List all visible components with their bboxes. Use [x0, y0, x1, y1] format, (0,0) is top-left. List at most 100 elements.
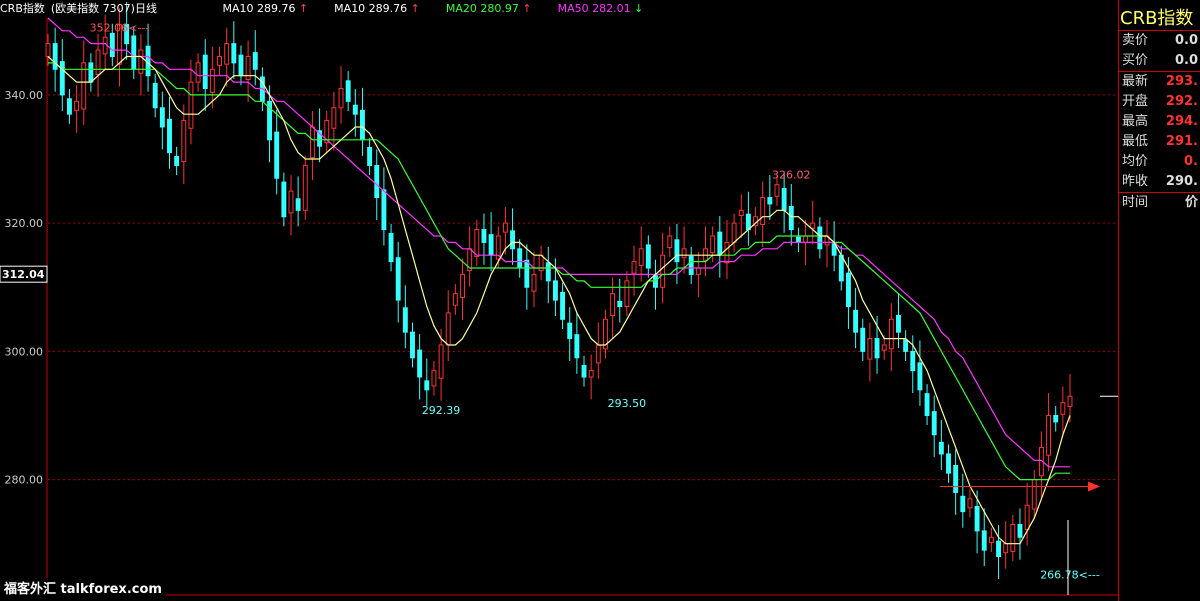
candle-body — [181, 120, 187, 163]
candle-body — [703, 248, 708, 261]
candle-body — [717, 231, 723, 256]
candle-body — [238, 54, 244, 77]
candle-body — [845, 272, 851, 308]
candle-body — [610, 293, 616, 316]
candle-body — [1046, 414, 1052, 456]
candle-body — [731, 222, 737, 243]
quote-row-1: 买价 0.0 — [1119, 51, 1200, 72]
quote-label: 昨收 — [1122, 174, 1149, 189]
candle-body — [810, 222, 816, 229]
candle-body — [545, 262, 551, 282]
ma50-line — [47, 17, 1070, 468]
quote-label: 均价 — [1122, 154, 1149, 169]
price-annotation: 292.39 — [422, 404, 461, 417]
candle-body — [803, 235, 809, 243]
candle-body — [695, 267, 701, 275]
candle-body — [946, 453, 951, 474]
quote-value: 293. — [1165, 74, 1198, 89]
candle-body — [631, 261, 637, 274]
candle-body — [624, 280, 630, 308]
candle-body — [1003, 543, 1009, 554]
indicator-arrow-1: ↑ — [410, 2, 420, 15]
quote-row-2: 最新 293. — [1119, 72, 1200, 92]
candle-body — [438, 344, 444, 379]
candle-body — [981, 530, 987, 551]
candle-body — [252, 52, 258, 70]
candle-body — [66, 98, 72, 115]
candle-body — [903, 339, 909, 352]
quote-label: 卖价 — [1122, 33, 1149, 48]
price-chart[interactable]: 340.00 320.00 300.00 280.00 312.04 352.06<---… — [0, 0, 1118, 601]
candle-body — [581, 364, 587, 378]
candle-body — [95, 49, 101, 75]
watermark: 福客外汇 talkforex.com — [0, 578, 166, 598]
candle-body — [681, 248, 687, 259]
quote-value: 0.0 — [1174, 53, 1198, 68]
candle-body — [531, 273, 537, 292]
indicator-2: MA20 280.97 ↑ — [445, 2, 532, 15]
price-annotation: 266.78<--- — [1040, 568, 1100, 581]
candle-body — [931, 411, 937, 436]
candle-body — [274, 131, 280, 179]
candle-body — [1060, 402, 1066, 415]
candle-body — [331, 107, 337, 129]
candle-body — [302, 164, 308, 211]
candle-body — [710, 235, 716, 254]
candle-body — [510, 230, 515, 250]
quote-label: 最新 — [1122, 74, 1149, 89]
quote-rows: 卖价 0.0 买价 0.0 最新 293. 开盘 292. 最高 294. 最低 291. 均价 0. 昨收… — [1119, 31, 1200, 213]
candle-body — [174, 155, 180, 166]
candle-body — [59, 61, 65, 96]
candle-body — [109, 32, 115, 57]
quote-row-3: 开盘 292. — [1119, 92, 1200, 112]
candle-body — [488, 234, 494, 256]
quote-value: 291. — [1165, 134, 1198, 149]
quote-row-6: 均价 0. — [1119, 152, 1200, 172]
candle-body — [352, 104, 358, 115]
current-value-label: 312.04 — [2, 268, 45, 281]
candle-body — [960, 495, 966, 513]
candle-body — [224, 43, 230, 65]
candle-body — [996, 540, 1001, 558]
candle-body — [360, 109, 365, 141]
candle-body — [481, 229, 487, 243]
candle-body — [860, 327, 866, 352]
candle-body — [645, 244, 651, 269]
candle-body — [474, 229, 480, 257]
candle-body — [502, 222, 508, 233]
candle-body — [588, 370, 594, 378]
candle-body — [524, 259, 530, 288]
candle-body — [410, 331, 415, 359]
indicator-3: MA50 282.01 ↓ — [557, 2, 644, 15]
candle-body — [917, 362, 923, 391]
candle-body — [381, 189, 387, 231]
candle-body — [838, 254, 844, 282]
candle-body — [388, 232, 394, 263]
candle-body — [938, 441, 944, 455]
indicator-values: MA10 289.76 ↑ MA10 289.76 ↑ MA20 280.97 ↑ M… — [166, 2, 655, 15]
ma20-line — [48, 62, 1070, 481]
candle-body — [288, 190, 294, 214]
candle-body — [967, 498, 973, 509]
candle-body — [724, 241, 730, 264]
candle-body — [88, 62, 94, 83]
candle-body — [667, 235, 673, 249]
instrument-title: CRB指数 — [0, 2, 45, 15]
y-tick-label: 320.00 — [5, 217, 44, 230]
candle-body — [760, 197, 766, 225]
candle-body — [367, 147, 373, 166]
candle-body — [402, 307, 408, 333]
candle-body — [574, 334, 580, 359]
candle-body — [309, 126, 315, 159]
quote-label: 最高 — [1122, 114, 1149, 129]
candle-body — [688, 255, 694, 275]
candle-body — [395, 257, 401, 301]
candle-body — [452, 293, 458, 306]
candle-body — [853, 309, 859, 333]
candle-body — [774, 184, 780, 197]
candle-body — [552, 280, 558, 301]
quote-value: 价 — [1184, 195, 1198, 210]
candle-body — [881, 344, 887, 351]
candle-body — [767, 197, 773, 205]
candle-body — [159, 107, 165, 128]
